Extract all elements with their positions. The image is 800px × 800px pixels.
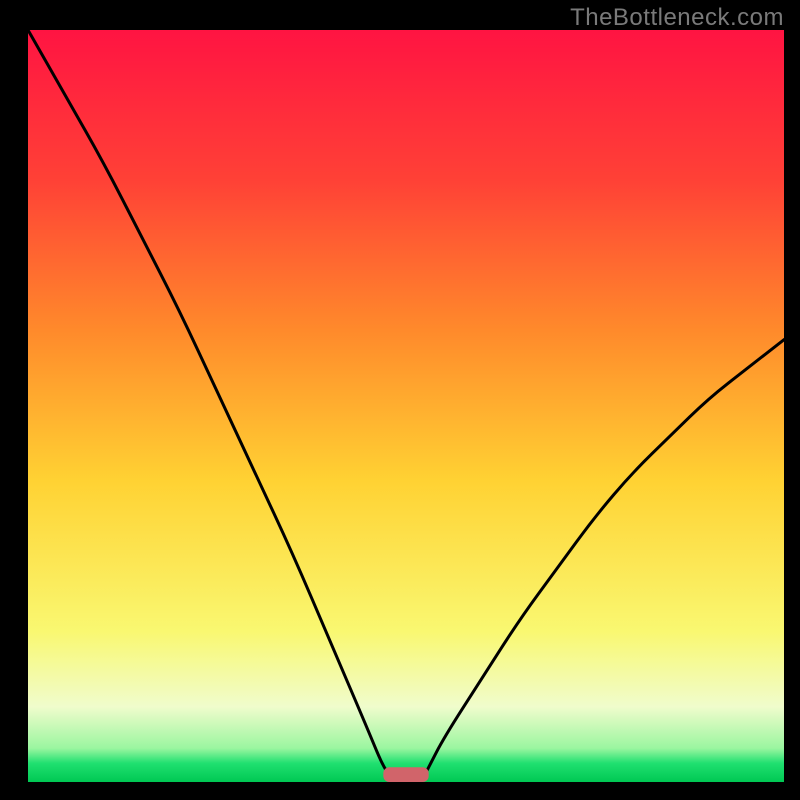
plot-background	[28, 30, 784, 782]
optimal-marker	[383, 767, 428, 782]
chart-stage: TheBottleneck.com	[0, 0, 800, 800]
watermark-label: TheBottleneck.com	[570, 4, 784, 32]
bottleneck-chart	[0, 0, 800, 800]
